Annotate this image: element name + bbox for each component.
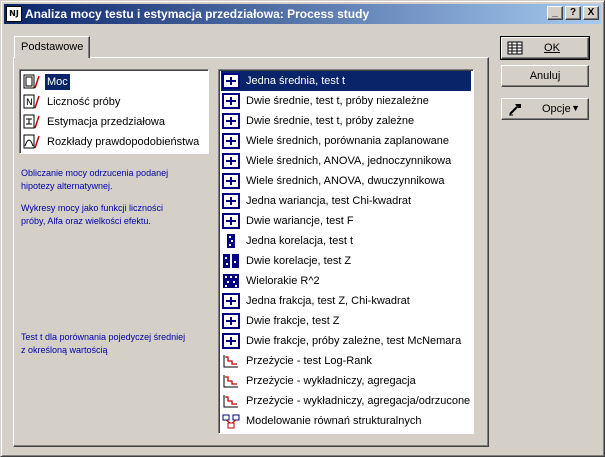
test-item[interactable]: Jedna średnia, test t <box>221 71 471 91</box>
options-label: Opcje <box>542 103 571 115</box>
hammer-icon <box>509 104 521 116</box>
test-item[interactable]: Wiele średnich, ANOVA, dwuczynnikowa <box>221 171 471 191</box>
two-means-indep-icon <box>222 93 240 109</box>
analysis-type-item[interactable]: Estymacja przedziałowa <box>22 112 206 132</box>
analysis-type-item-label: Moc <box>45 74 70 90</box>
test-item[interactable]: Dwie frakcje, próby zależne, test McNema… <box>221 331 471 351</box>
description-line: hipotezy alternatywnej. <box>21 181 113 191</box>
description-line: próby, Alfa oraz wielkości efektu. <box>21 216 151 226</box>
test-item-label: Modelowanie równań strukturalnych <box>246 415 422 427</box>
description-line: z określoną wartością <box>21 345 108 355</box>
test-item[interactable]: Dwie korelacje, test Z <box>221 251 471 271</box>
test-item-label: Wiele średnich, porównania zaplanowane <box>246 135 450 147</box>
survival-icon <box>222 373 240 389</box>
help-button[interactable]: ? <box>565 6 581 20</box>
description-power: Obliczanie mocy odrzucenia podanej hipot… <box>21 167 168 193</box>
multiple-r2-icon <box>222 273 240 289</box>
one-mean-icon <box>222 73 240 89</box>
test-item-label: Dwie frakcje, próby zależne, test McNema… <box>246 335 462 347</box>
test-item[interactable]: Jedna korelacja, test t <box>221 231 471 251</box>
survival-icon <box>222 393 240 409</box>
one-proportion-icon <box>222 293 240 309</box>
test-item[interactable]: Dwie wariancje, test F <box>221 211 471 231</box>
test-item-label: Jedna średnia, test t <box>244 73 348 89</box>
analysis-type-list[interactable]: Moc N Liczność próby Estymacja przedziałowa… <box>19 69 209 154</box>
test-item[interactable]: Przeżycie - test Log-Rank <box>221 351 471 371</box>
ok-button[interactable]: OK <box>500 36 590 60</box>
description-line: Wykresy mocy jako funkcji liczności <box>21 203 163 213</box>
analysis-type-item[interactable]: Rozkłady prawdopodobieństwa <box>22 132 206 152</box>
test-item[interactable]: Dwie średnie, test t, próby niezależne <box>221 91 471 111</box>
test-item-label: Wiele średnich, ANOVA, jednoczynnikowa <box>246 155 452 167</box>
test-item[interactable]: Dwie frakcje, test Z <box>221 311 471 331</box>
test-item-label: Jedna frakcja, test Z, Chi-kwadrat <box>246 295 410 307</box>
test-item[interactable]: Wielorakie R^2 <box>221 271 471 291</box>
test-item[interactable]: Wiele średnich, ANOVA, jednoczynnikowa <box>221 151 471 171</box>
test-item[interactable]: Wiele średnich, porównania zaplanowane <box>221 131 471 151</box>
test-item-label: Przeżycie - wykładniczy, agregacja <box>246 375 416 387</box>
tab-podstawowe[interactable]: Podstawowe <box>14 36 90 58</box>
test-item[interactable]: Przeżycie - wykładniczy, agregacja <box>221 371 471 391</box>
two-proportions-icon <box>222 313 240 329</box>
test-item-label: Wielorakie R^2 <box>246 275 320 287</box>
svg-text:N: N <box>26 98 33 108</box>
close-button[interactable]: X <box>583 6 599 20</box>
analysis-type-item-label: Rozkłady prawdopodobieństwa <box>47 136 200 148</box>
options-button[interactable]: Opcje ▼ <box>501 98 589 120</box>
sem-icon <box>222 413 240 429</box>
description-plots: Wykresy mocy jako funkcji liczności prób… <box>21 202 163 228</box>
test-item-label: Dwie średnie, test t, próby zależne <box>246 115 415 127</box>
power-icon <box>23 74 41 90</box>
title-buttons: _ ? X <box>545 6 599 20</box>
description-selected-test: Test t dla porównania pojedyczej średnie… <box>21 331 185 357</box>
test-item[interactable]: Modelowanie równań strukturalnych <box>221 411 471 431</box>
test-item-label: Dwie frakcje, test Z <box>246 315 340 327</box>
distribution-icon <box>23 134 41 150</box>
analysis-type-item-label: Estymacja przedziałowa <box>47 116 165 128</box>
interval-icon <box>23 114 41 130</box>
test-item-label: Jedna wariancja, test Chi-kwadrat <box>246 195 412 207</box>
test-item[interactable]: Jedna wariancja, test Chi-kwadrat <box>221 191 471 211</box>
description-line: Obliczanie mocy odrzucenia podanej <box>21 168 169 178</box>
test-item[interactable]: Jedna frakcja, test Z, Chi-kwadrat <box>221 291 471 311</box>
test-item-label: Dwie średnie, test t, próby niezależne <box>246 95 429 107</box>
anova-one-icon <box>222 153 240 169</box>
test-item[interactable]: Dwie średnie, test t, próby zależne <box>221 111 471 131</box>
dialog-window: NJ Analiza mocy testu i estymacja przedz… <box>0 0 605 457</box>
cancel-label: Anuluj <box>529 70 561 82</box>
grid-icon <box>507 41 523 55</box>
app-icon: NJ <box>6 6 22 22</box>
test-item-label: Dwie wariancje, test F <box>246 215 354 227</box>
test-item-label: Dwie korelacje, test Z <box>246 255 352 267</box>
analysis-type-item[interactable]: Moc <box>22 72 206 92</box>
title-bar: NJ Analiza mocy testu i estymacja przedz… <box>4 4 601 24</box>
two-correlations-icon <box>222 253 240 269</box>
survival-icon <box>222 353 240 369</box>
test-item-label: Przeżycie - wykładniczy, agregacja/odrzu… <box>246 395 471 407</box>
one-variance-icon <box>222 193 240 209</box>
test-item-label: Jedna korelacja, test t <box>246 235 354 247</box>
one-correlation-icon <box>222 233 240 249</box>
cancel-button[interactable]: Anuluj <box>501 65 589 87</box>
analysis-type-item-label: Liczność próby <box>47 96 121 108</box>
dropdown-arrow-icon: ▼ <box>571 103 580 113</box>
mcnemar-icon <box>222 333 240 349</box>
test-item[interactable]: Przeżycie - wykładniczy, agregacja/odrzu… <box>221 391 471 411</box>
window-title: Analiza mocy testu i estymacja przedział… <box>25 7 370 21</box>
planned-comparisons-icon <box>222 133 240 149</box>
two-means-dep-icon <box>222 113 240 129</box>
test-item-label: Wiele średnich, ANOVA, dwuczynnikowa <box>246 175 445 187</box>
sample-size-icon: N <box>23 94 41 110</box>
two-variances-icon <box>222 213 240 229</box>
test-item-label: Przeżycie - test Log-Rank <box>246 355 372 367</box>
ok-label: OK <box>544 42 560 54</box>
minimize-button[interactable]: _ <box>547 6 563 20</box>
analysis-type-item[interactable]: N Liczność próby <box>22 92 206 112</box>
anova-two-icon <box>222 173 240 189</box>
test-list[interactable]: Jedna średnia, test t Dwie średnie, test … <box>218 69 474 434</box>
description-line: Test t dla porównania pojedyczej średnie… <box>21 332 186 342</box>
